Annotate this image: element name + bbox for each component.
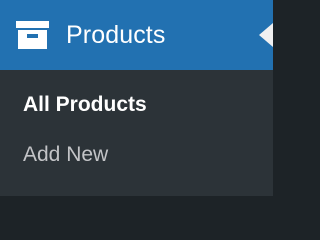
submenu-item-add-new[interactable]: Add New	[23, 142, 108, 168]
menu-item-products[interactable]: Products	[0, 0, 273, 70]
menu-item-label: Products	[66, 21, 166, 49]
submenu-item-all-products[interactable]: All Products	[23, 92, 147, 118]
current-menu-pointer	[259, 23, 273, 47]
menu-separator	[0, 196, 273, 210]
admin-sidebar-menu: Products All Products Add New	[0, 0, 273, 210]
products-submenu: All Products Add New	[0, 70, 273, 196]
archive-box-icon	[16, 21, 49, 49]
content-edge	[273, 0, 302, 210]
